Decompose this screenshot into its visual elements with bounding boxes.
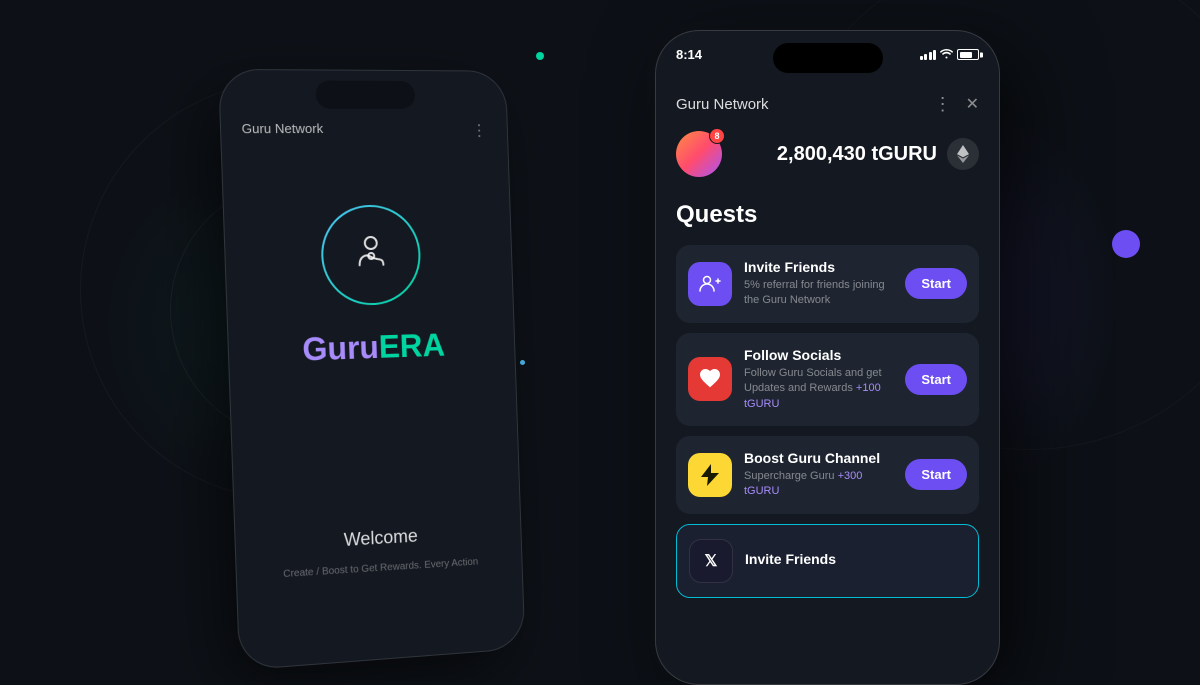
app-content: Guru Network ⋮ ✕ 8 2,800,430 tGURU: [656, 86, 999, 684]
quest-icon-invite: [688, 262, 732, 306]
quest-card-x-invite: 𝕏 Invite Friends: [676, 524, 979, 598]
start-button-invite[interactable]: Start: [905, 268, 967, 299]
quest-icon-x: 𝕏: [689, 539, 733, 583]
reward-highlight-socials: +100 tGURU: [744, 382, 881, 409]
app-header: Guru Network ⋮ ✕: [676, 86, 979, 131]
guru-logo-circle: [320, 204, 423, 306]
user-row: 8 2,800,430 tGURU: [676, 131, 979, 177]
balance-area: 2,800,430 tGURU: [777, 138, 979, 170]
eth-icon[interactable]: [947, 138, 979, 170]
quest-card-invite: Invite Friends 5% referral for friends j…: [676, 245, 979, 323]
status-time: 8:14: [676, 47, 702, 62]
quest-desc-socials: Follow Guru Socials and get Updates and …: [744, 366, 893, 412]
phone-back: Guru Network ⋮ GuruERA Welcome Create / …: [218, 69, 526, 671]
notification-badge: 8: [709, 128, 725, 144]
quest-card-socials: Follow Socials Follow Guru Socials and g…: [676, 333, 979, 426]
phones-container: Guru Network ⋮ GuruERA Welcome Create / …: [200, 30, 1000, 660]
signal-icon: [920, 50, 937, 60]
quest-icon-boost: [688, 453, 732, 497]
battery-icon: [957, 49, 979, 60]
balance-amount: 2,800,430 tGURU: [777, 143, 937, 166]
phone-front: 8:14: [655, 30, 1000, 685]
more-icon[interactable]: ⋮: [934, 94, 952, 115]
wifi-icon: [940, 48, 953, 62]
quest-info-invite: Invite Friends 5% referral for friends j…: [744, 259, 893, 309]
quest-name-x-invite: Invite Friends: [745, 551, 966, 567]
quest-desc-boost: Supercharge Guru +300 tGURU: [744, 469, 893, 500]
close-icon[interactable]: ✕: [966, 94, 979, 115]
quest-name-boost: Boost Guru Channel: [744, 450, 893, 466]
app-header-icons: ⋮ ✕: [934, 94, 979, 115]
reward-highlight-boost: +300 tGURU: [744, 470, 862, 497]
dot-purple: [1112, 230, 1140, 258]
quest-name-invite: Invite Friends: [744, 259, 893, 275]
quest-info-socials: Follow Socials Follow Guru Socials and g…: [744, 347, 893, 412]
guru-logo-svg: [342, 226, 399, 283]
quest-info-x-invite: Invite Friends: [745, 551, 966, 570]
guru-text: Guru: [302, 328, 380, 367]
quest-name-socials: Follow Socials: [744, 347, 893, 363]
guru-era-brand: GuruERA: [302, 326, 446, 368]
start-button-boost[interactable]: Start: [905, 459, 967, 490]
quests-title: Quests: [676, 201, 979, 229]
quest-desc-invite: 5% referral for friends joining the Guru…: [744, 278, 893, 309]
app-header-title: Guru Network: [676, 96, 769, 113]
start-button-socials[interactable]: Start: [905, 364, 967, 395]
user-avatar[interactable]: 8: [676, 131, 722, 177]
quest-info-boost: Boost Guru Channel Supercharge Guru +300…: [744, 450, 893, 500]
status-icons: [920, 48, 980, 62]
era-text: ERA: [378, 326, 445, 364]
quest-card-boost: Boost Guru Channel Supercharge Guru +300…: [676, 436, 979, 514]
quest-icon-socials: [688, 357, 732, 401]
dynamic-island: [773, 43, 883, 73]
